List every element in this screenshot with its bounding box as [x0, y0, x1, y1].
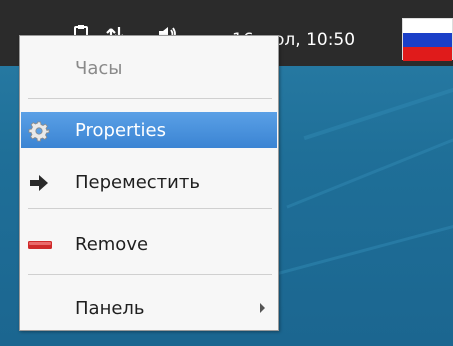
wallpaper-streak — [263, 224, 453, 279]
russian-flag-icon[interactable] — [402, 18, 453, 61]
wallpaper-streak — [303, 83, 453, 141]
menu-item-label: Панель — [75, 297, 145, 319]
arrow-right-icon — [28, 172, 50, 194]
menu-item-label: Remove — [75, 233, 149, 255]
menu-separator — [28, 208, 272, 209]
menu-item-panel[interactable]: Панель — [21, 290, 277, 326]
minus-icon — [28, 234, 52, 256]
menu-separator — [28, 274, 272, 275]
menu-title: Часы — [75, 57, 123, 79]
menu-item-label: Properties — [75, 119, 166, 141]
submenu-arrow-icon — [260, 303, 265, 313]
wallpaper-streak — [286, 134, 453, 209]
gear-icon — [28, 120, 50, 142]
menu-item-label: Переместить — [75, 171, 200, 193]
menu-item-properties[interactable]: Properties — [21, 112, 277, 148]
menu-item-remove[interactable]: Remove — [21, 226, 277, 262]
context-menu: Часы Properties Переместить Remove Панел… — [19, 35, 279, 331]
menu-separator — [28, 98, 272, 99]
menu-item-move[interactable]: Переместить — [21, 164, 277, 200]
menu-header: Часы — [21, 50, 277, 86]
